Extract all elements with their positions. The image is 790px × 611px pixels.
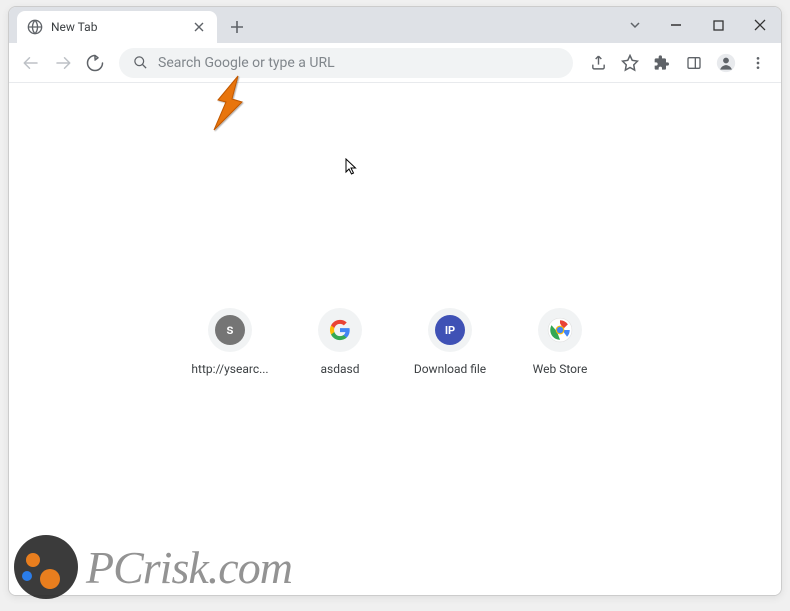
watermark: PCrisk.com xyxy=(14,535,292,599)
extensions-icon[interactable] xyxy=(647,48,677,78)
new-tab-button[interactable] xyxy=(223,13,251,41)
shortcut-tile[interactable]: Web Store xyxy=(516,308,604,376)
shortcuts-grid: s http://ysearc... asdasd IP Download fi… xyxy=(186,308,604,376)
bookmark-icon[interactable] xyxy=(615,48,645,78)
maximize-button[interactable] xyxy=(697,7,739,43)
back-button[interactable] xyxy=(17,49,45,77)
forward-button[interactable] xyxy=(49,49,77,77)
shortcut-favicon: IP xyxy=(428,308,472,352)
shortcut-favicon: s xyxy=(208,308,252,352)
globe-icon xyxy=(27,19,43,35)
titlebar: New Tab xyxy=(9,7,781,43)
omnibox-placeholder: Search Google or type a URL xyxy=(158,55,559,71)
cursor-icon xyxy=(345,158,361,174)
shortcut-label: Download file xyxy=(414,362,486,376)
shortcut-favicon xyxy=(538,308,582,352)
reload-button[interactable] xyxy=(81,49,109,77)
menu-icon[interactable] xyxy=(743,48,773,78)
shortcut-label: Web Store xyxy=(533,362,588,376)
arrow-annotation-icon xyxy=(200,72,260,142)
toolbar: Search Google or type a URL xyxy=(9,43,781,83)
profile-icon[interactable] xyxy=(711,48,741,78)
omnibox[interactable]: Search Google or type a URL xyxy=(119,48,573,78)
share-icon[interactable] xyxy=(583,48,613,78)
shortcut-favicon xyxy=(318,308,362,352)
watermark-logo-icon xyxy=(14,535,78,599)
minimize-button[interactable] xyxy=(655,7,697,43)
tab-title: New Tab xyxy=(51,20,183,34)
new-tab-page: s http://ysearc... asdasd IP Download fi… xyxy=(9,83,781,595)
shortcut-label: http://ysearc... xyxy=(191,362,268,376)
close-window-button[interactable] xyxy=(739,7,781,43)
window-controls xyxy=(619,7,781,43)
close-icon[interactable] xyxy=(191,19,207,35)
shortcut-tile[interactable]: asdasd xyxy=(296,308,384,376)
sidepanel-icon[interactable] xyxy=(679,48,709,78)
shortcut-tile[interactable]: s http://ysearc... xyxy=(186,308,274,376)
search-icon xyxy=(133,55,148,70)
browser-window: New Tab xyxy=(8,6,782,596)
browser-tab[interactable]: New Tab xyxy=(17,11,217,43)
chevron-down-icon[interactable] xyxy=(619,7,651,43)
watermark-text: PCrisk.com xyxy=(86,541,292,594)
shortcut-tile[interactable]: IP Download file xyxy=(406,308,494,376)
shortcut-label: asdasd xyxy=(321,362,360,376)
